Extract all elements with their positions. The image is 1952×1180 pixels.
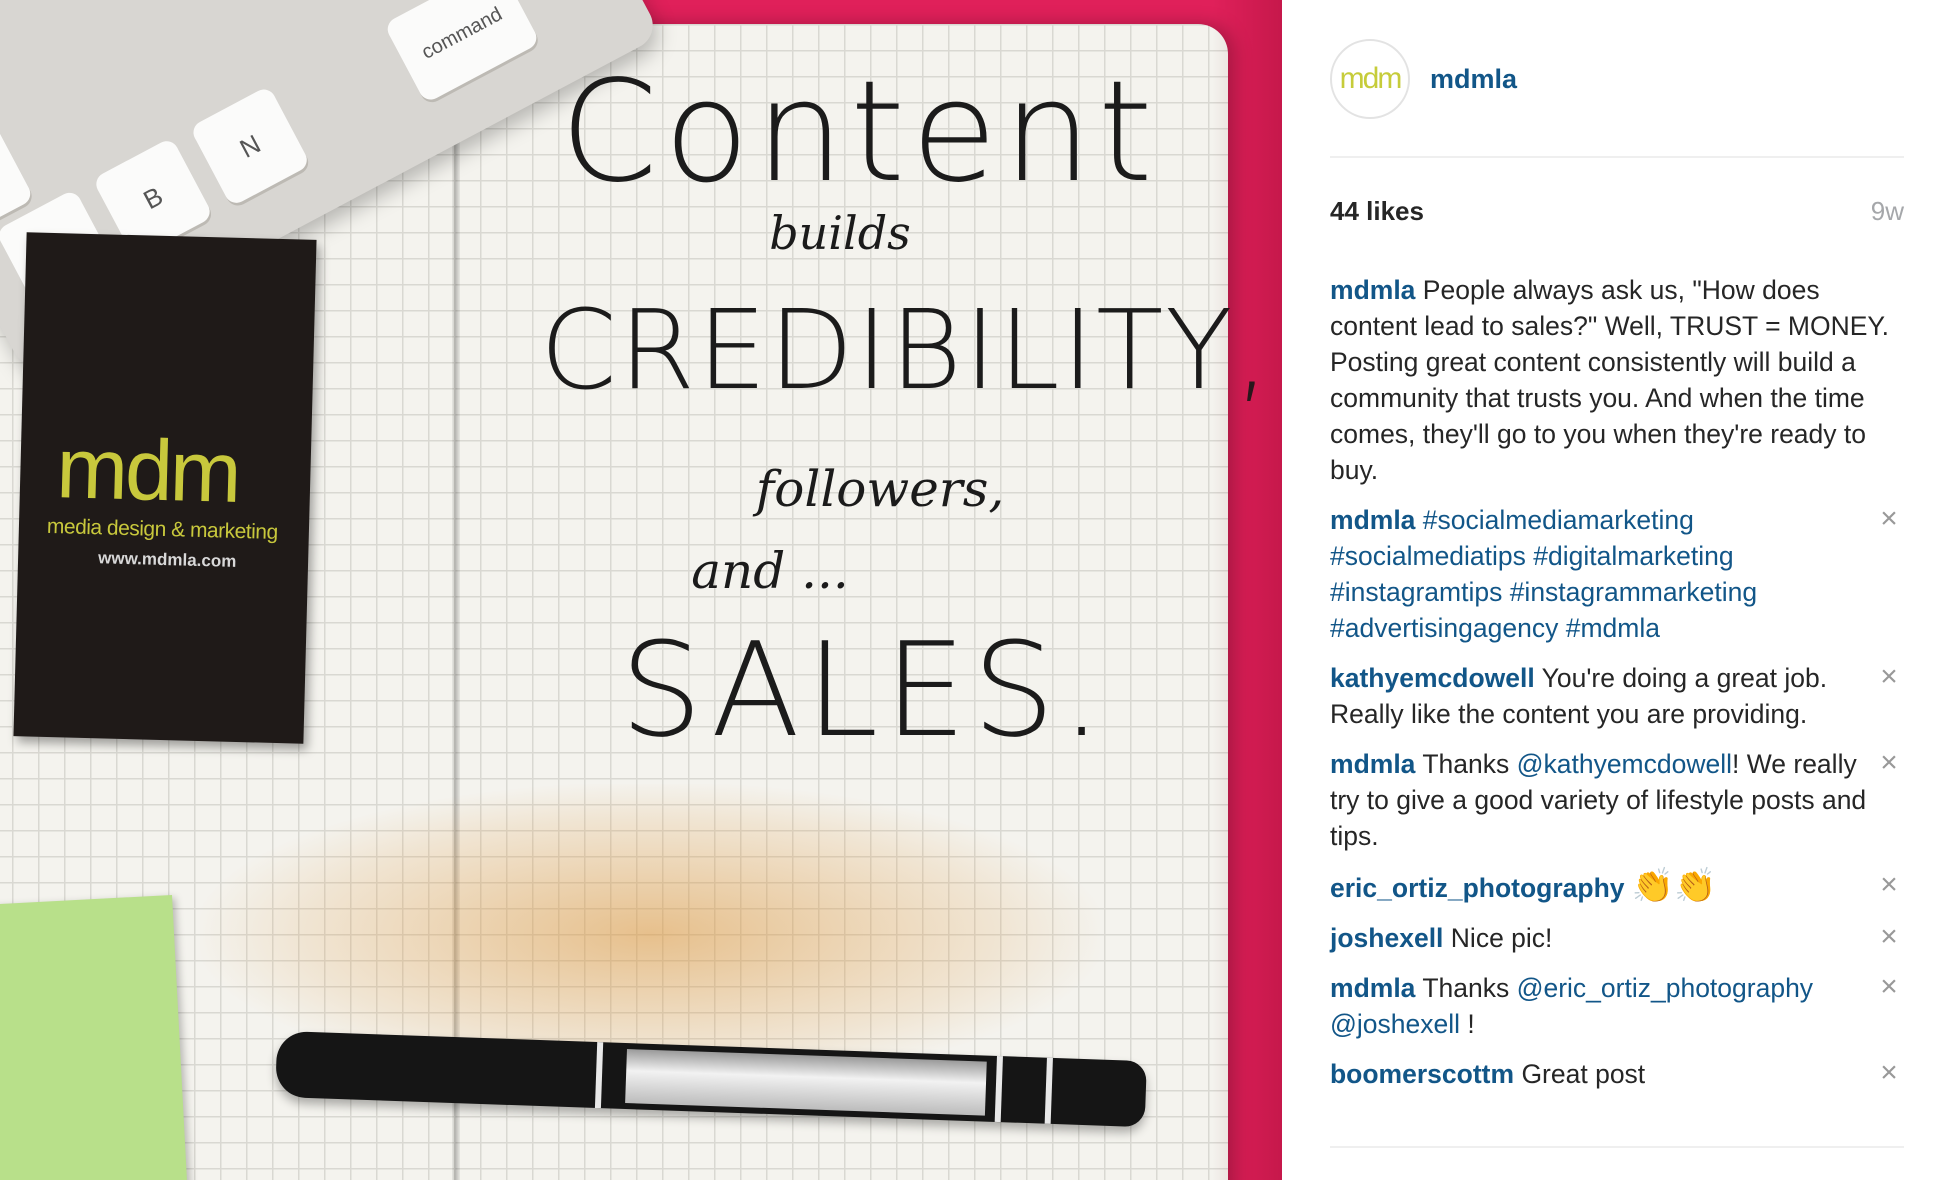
comment: mdmla Thanks @eric_ortiz_photography @jo…: [1330, 970, 1904, 1042]
comment-username[interactable]: joshexell: [1330, 923, 1443, 953]
photo-edge-shadow: [1212, 0, 1282, 1180]
sticky-notes: [0, 894, 188, 1180]
clapping-hands-icon: 👏👏: [1631, 867, 1717, 905]
comment: boomerscottm Great post ×: [1330, 1056, 1904, 1092]
comment-username[interactable]: kathyemcdowell: [1330, 663, 1535, 693]
comment-mention[interactable]: @kathyemcdowell: [1517, 749, 1732, 779]
remove-comment-icon[interactable]: ×: [1874, 922, 1904, 952]
handwriting-and: and ...: [691, 542, 849, 600]
key-n: N: [189, 85, 311, 208]
comment: mdmla #socialmediamarketing #socialmedia…: [1330, 502, 1904, 646]
handwriting-followers: followers,: [755, 460, 1005, 518]
comment-mention[interactable]: @eric_ortiz_photography: [1517, 973, 1813, 1003]
remove-comment-icon[interactable]: ×: [1874, 662, 1904, 692]
header-divider: [1330, 156, 1904, 158]
comment: kathyemcdowell You're doing a great job.…: [1330, 660, 1904, 732]
remove-comment-icon[interactable]: ×: [1874, 1058, 1904, 1088]
handwriting-sales: SALES.: [620, 614, 1109, 766]
handwriting-content: Content: [560, 51, 1159, 214]
avatar-logo: mdm: [1339, 62, 1403, 95]
post-sidebar: mdm mdmla 44 likes 9w mdmla People alway…: [1282, 0, 1952, 1180]
comments-list: mdmla People always ask us, "How does co…: [1330, 272, 1904, 1106]
likes-row: 44 likes 9w: [1330, 196, 1904, 227]
pen-barrel: [625, 1049, 987, 1116]
remove-comment-icon[interactable]: ×: [1874, 504, 1904, 534]
comment: mdmla Thanks @kathyemcdowell! We really …: [1330, 746, 1904, 854]
handwriting-builds: builds: [769, 206, 911, 260]
card-url: www.mdmla.com: [97, 548, 237, 571]
handwriting-credibility: CREDIBILITY,: [540, 286, 1272, 414]
comment-username[interactable]: mdmla: [1330, 505, 1415, 535]
comment-text: Nice pic!: [1450, 923, 1553, 953]
post-timestamp[interactable]: 9w: [1871, 196, 1904, 227]
comment-username[interactable]: boomerscottm: [1330, 1059, 1514, 1089]
business-card: mdm media design & marketing www.mdmla.c…: [13, 232, 317, 744]
pen-band: [594, 1042, 604, 1109]
post-author-username[interactable]: mdmla: [1430, 64, 1517, 95]
caption: mdmla People always ask us, "How does co…: [1330, 272, 1904, 488]
post-header: mdm mdmla: [1330, 36, 1517, 122]
likes-count[interactable]: 44 likes: [1330, 196, 1424, 227]
comment-username[interactable]: mdmla: [1330, 973, 1415, 1003]
comment-text: !: [1460, 1009, 1475, 1039]
post-photo[interactable]: V B N G command mdm media design & marke…: [0, 0, 1282, 1180]
comment: eric_ortiz_photography 👏👏 ×: [1330, 868, 1904, 906]
remove-comment-icon[interactable]: ×: [1874, 870, 1904, 900]
comment: joshexell Nice pic! ×: [1330, 920, 1904, 956]
avatar[interactable]: mdm: [1330, 39, 1410, 119]
comment-username[interactable]: eric_ortiz_photography: [1330, 873, 1625, 903]
remove-comment-icon[interactable]: ×: [1874, 748, 1904, 778]
pen-band: [994, 1055, 1003, 1123]
comment-text: Great post: [1521, 1059, 1646, 1089]
comment-text: People always ask us, "How does content …: [1330, 275, 1890, 485]
comment-username[interactable]: mdmla: [1330, 749, 1415, 779]
key-command: command: [383, 0, 541, 104]
card-tagline: media design & marketing: [46, 514, 278, 544]
card-logo: mdm: [55, 420, 240, 521]
comment-text: Thanks: [1422, 749, 1517, 779]
pen-band: [1044, 1057, 1053, 1124]
comment-text: Thanks: [1422, 973, 1517, 1003]
remove-comment-icon[interactable]: ×: [1874, 972, 1904, 1002]
comment-username[interactable]: mdmla: [1330, 275, 1415, 305]
footer-divider: [1330, 1146, 1904, 1148]
comment-mention[interactable]: @joshexell: [1330, 1009, 1460, 1039]
